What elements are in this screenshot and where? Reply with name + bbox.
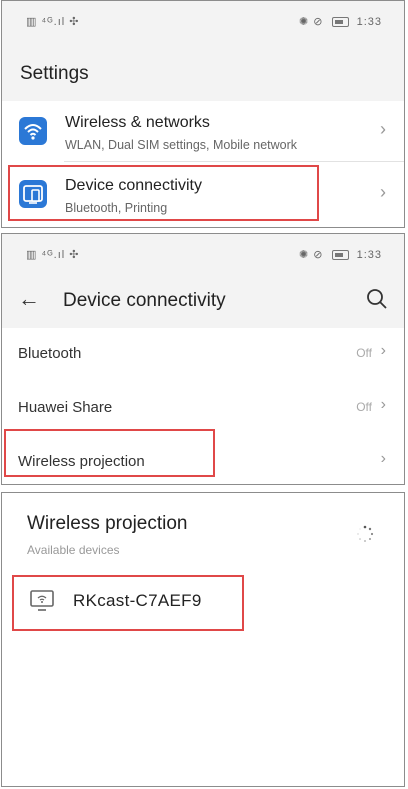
- list-item-value: Off: [356, 346, 372, 360]
- page-title: Device connectivity: [63, 290, 226, 311]
- status-time: 1:33: [356, 16, 382, 28]
- highlight-box: [12, 575, 244, 631]
- device-connectivity-screen: ▥ ⁴ᴳ.ıl ✣ ✺ ⊘ 1:33 ← Device connectivity…: [1, 233, 405, 485]
- chevron-right-icon: ›: [380, 342, 386, 359]
- status-left-icons: ▥ ⁴ᴳ.ıl ✣: [26, 16, 80, 28]
- battery-icon: [331, 249, 349, 260]
- status-left-icons: ▥ ⁴ᴳ.ıl ✣: [26, 249, 80, 261]
- status-right-icons: ✺ ⊘: [298, 249, 324, 261]
- wifi-icon: [19, 117, 47, 145]
- status-bar: ▥ ⁴ᴳ.ıl ✣ ✺ ⊘ 1:33: [2, 234, 404, 274]
- nav-bar: ← Device connectivity: [2, 274, 404, 332]
- status-right-icons: ✺ ⊘: [298, 16, 324, 28]
- list-item-label: Bluetooth: [18, 345, 82, 362]
- list-item-huawei-share[interactable]: Huawei Share Off ›: [2, 382, 404, 436]
- settings-item-subtitle: WLAN, Dual SIM settings, Mobile network: [65, 138, 298, 152]
- back-arrow-icon[interactable]: ←: [18, 286, 40, 312]
- battery-icon: [331, 16, 349, 27]
- chevron-right-icon: ›: [380, 119, 386, 139]
- highlight-box: [4, 429, 215, 477]
- list-item-bluetooth[interactable]: Bluetooth Off ›: [2, 328, 404, 382]
- list-item-value: Off: [356, 400, 372, 414]
- chevron-right-icon: ›: [380, 396, 386, 413]
- section-label: Available devices: [27, 543, 120, 557]
- wireless-projection-screen: Wireless projection Available devices RK…: [1, 492, 405, 787]
- settings-item-title: Wireless & networks: [65, 114, 210, 131]
- loading-spinner-icon: [357, 525, 374, 542]
- chevron-right-icon: ›: [380, 182, 386, 202]
- settings-item-wireless-networks[interactable]: Wireless & networks WLAN, Dual SIM setti…: [2, 101, 404, 161]
- page-title: Settings: [20, 63, 89, 84]
- search-icon[interactable]: [366, 288, 388, 315]
- divider: [64, 161, 404, 162]
- chevron-right-icon: ›: [380, 450, 386, 467]
- settings-screen: ▥ ⁴ᴳ.ıl ✣ ✺ ⊘ 1:33 Settings Wireless & n…: [1, 0, 405, 228]
- list-item-label: Huawei Share: [18, 399, 113, 416]
- status-bar: ▥ ⁴ᴳ.ıl ✣ ✺ ⊘ 1:33: [2, 1, 404, 41]
- page-title: Wireless projection: [27, 513, 188, 534]
- highlight-box: [8, 165, 319, 221]
- status-time: 1:33: [356, 249, 382, 261]
